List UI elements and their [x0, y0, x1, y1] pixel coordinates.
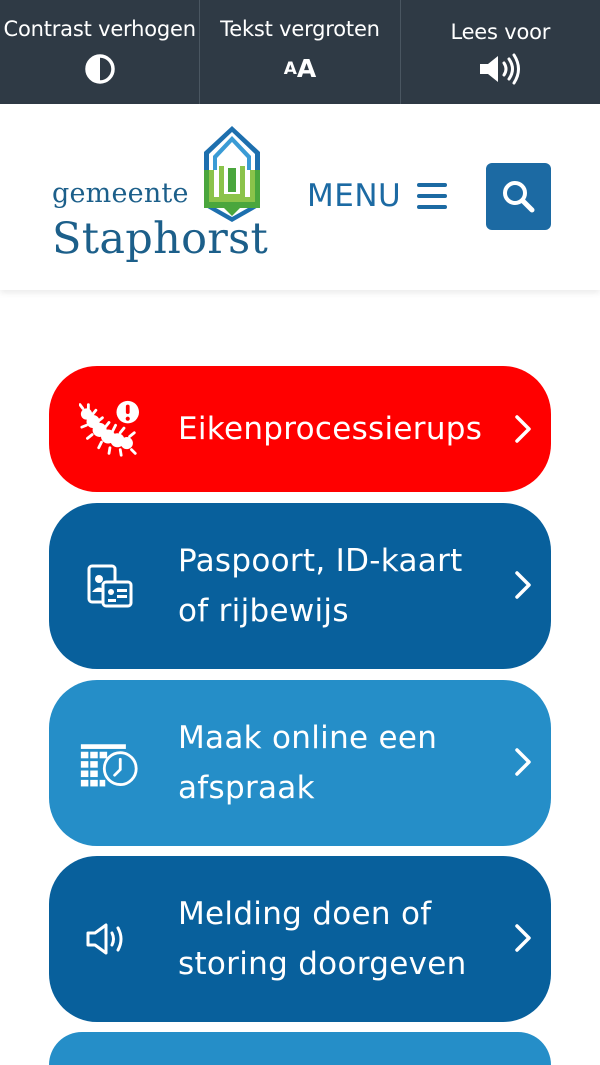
logo-emblem-icon [204, 126, 260, 222]
search-button[interactable] [486, 163, 551, 230]
menu-button[interactable]: MENU [307, 176, 448, 216]
id-documents-icon [79, 556, 139, 616]
read-aloud-label: Lees voor [450, 20, 551, 44]
text-size-icon: AA [284, 54, 317, 84]
tile-label: Melding doen of storing doorgeven [178, 896, 467, 982]
hamburger-icon [417, 183, 448, 209]
speaker-icon [477, 53, 523, 85]
text-size-label: Tekst vergroten [220, 17, 380, 41]
tile-label: Maak online een afspraak [178, 720, 438, 806]
logo-text-gemeente: gemeente [52, 178, 189, 209]
megaphone-icon [79, 909, 139, 969]
chevron-right-icon [515, 748, 531, 776]
chevron-right-icon [515, 924, 531, 952]
text-size-toggle[interactable]: Tekst vergroten AA [200, 0, 401, 104]
tile-label: Eikenprocessierups [178, 411, 483, 447]
tile-eikenprocessierups[interactable]: Eikenprocessierups [49, 366, 551, 492]
search-icon [502, 180, 534, 212]
tile-afspraak[interactable]: Maak online een afspraak [49, 680, 551, 846]
tile-label: Paspoort, ID-kaart of rijbewijs [178, 543, 463, 629]
chevron-right-icon [515, 415, 531, 443]
text-size-small-a: A [283, 59, 297, 79]
contrast-label: Contrast verhogen [3, 17, 196, 41]
tile-paspoort[interactable]: Paspoort, ID-kaart of rijbewijs [49, 503, 551, 669]
menu-label: MENU [307, 178, 402, 214]
accessibility-toolbar: Contrast verhogen Tekst vergroten AA Lee… [0, 0, 600, 104]
calendar-clock-icon [79, 733, 139, 793]
logo[interactable]: gemeente Staphorst [52, 124, 282, 274]
chevron-right-icon [515, 571, 531, 599]
contrast-icon [84, 54, 116, 84]
tile-melding[interactable]: Melding doen of storing doorgeven [49, 856, 551, 1022]
text-size-big-a: A [296, 54, 317, 83]
tile-partial[interactable] [49, 1032, 551, 1065]
logo-text-staphorst: Staphorst [52, 214, 269, 264]
read-aloud-toggle[interactable]: Lees voor [401, 0, 600, 104]
caterpillar-warning-icon [79, 399, 139, 459]
site-header: gemeente Staphorst MENU [0, 104, 600, 290]
contrast-toggle[interactable]: Contrast verhogen [0, 0, 201, 104]
